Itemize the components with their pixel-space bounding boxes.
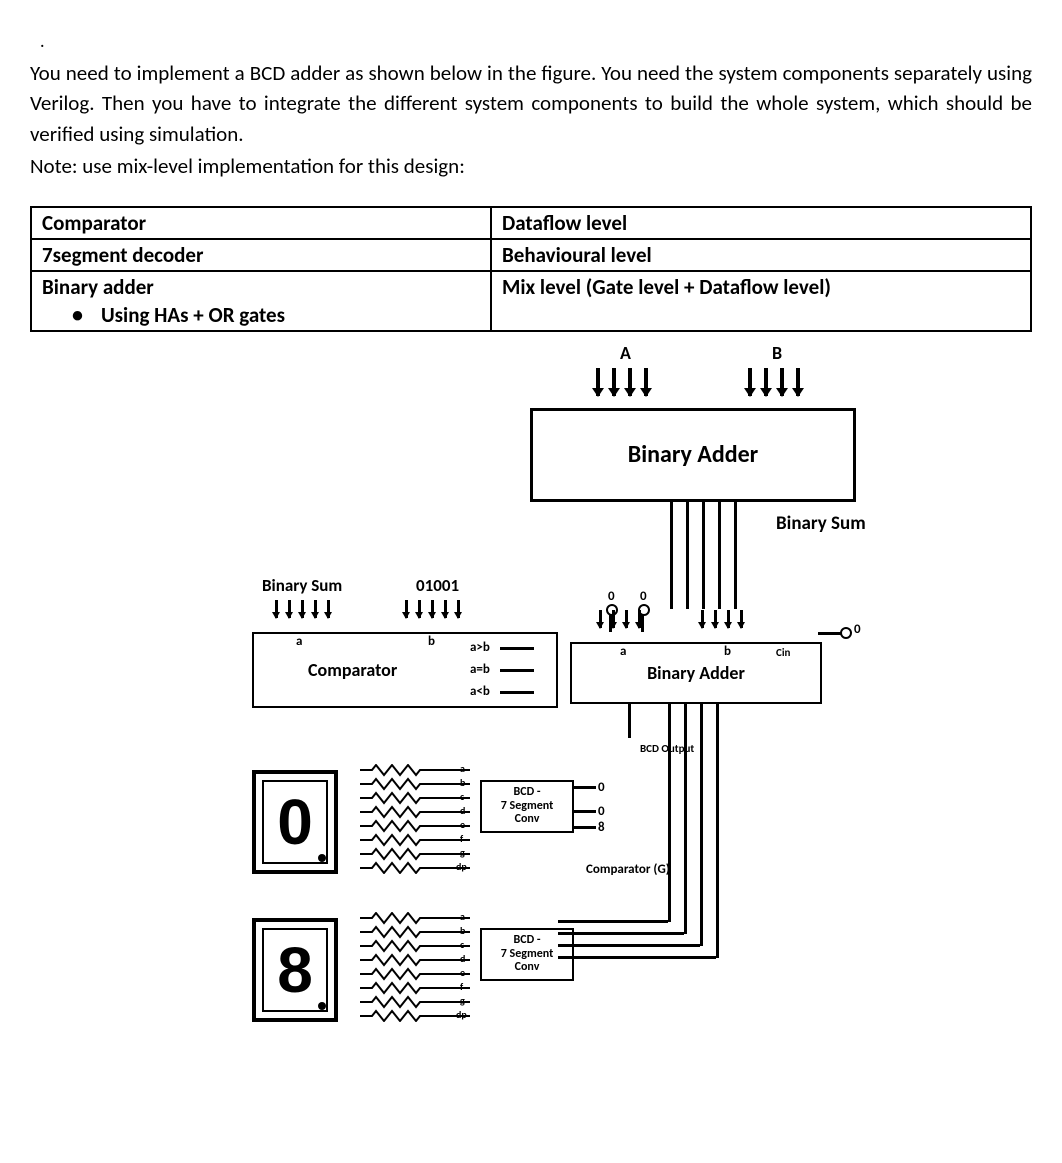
arrows-comp-a-icon: [270, 600, 335, 618]
comp-port-b: b: [428, 634, 435, 649]
resistor-row-1-icon: [360, 764, 470, 880]
pin-c-1: c: [460, 790, 464, 803]
table-row: Binary adder • Using HAs + OR gates Mix …: [31, 271, 1031, 331]
pin-e-2: e: [460, 966, 465, 979]
ba2-zero-right: 0: [854, 622, 861, 637]
note-line: Note: use mix-level implementation for t…: [30, 151, 1032, 181]
pin-d-2: d: [460, 952, 465, 965]
table-row: Comparator Dataflow level: [31, 207, 1031, 239]
pin-d-1: d: [460, 804, 465, 817]
arrows-a-icon: [590, 368, 654, 396]
input-b-label: B: [772, 342, 782, 364]
comparator-title: Comparator: [308, 659, 397, 681]
arrows-b-icon: [742, 368, 806, 396]
bullet-icon: •: [72, 304, 83, 326]
pin-dp-1: dp: [456, 860, 467, 873]
mux-mid: 0: [598, 804, 605, 819]
arrows-ba2-b-icon: [696, 610, 748, 628]
binary-adder-1-box: Binary Adder: [530, 408, 856, 502]
binary-sum-right-label: Binary Sum: [776, 512, 866, 535]
pin-b-1: b: [460, 776, 465, 789]
decimal-point-icon: [318, 854, 326, 862]
input-a-label: A: [620, 342, 631, 364]
pin-f-1: f: [460, 832, 463, 845]
comparator-g-label: Comparator (G): [586, 862, 670, 877]
conv1-label: BCD - 7 Segment Conv: [501, 785, 554, 827]
bcd-output-label: BCD Output: [640, 742, 694, 755]
decimal-point-icon: [318, 1002, 326, 1010]
bcd-7seg-conv-1: BCD - 7 Segment Conv: [480, 780, 574, 833]
comp-port-a: a: [296, 634, 302, 649]
cell-mixlevel: Mix level (Gate level + Dataflow level): [491, 271, 1031, 331]
cell-binary-adder: Binary adder • Using HAs + OR gates: [31, 271, 491, 331]
pin-e-1: e: [460, 818, 465, 831]
binary-adder-sub-label: Using HAs + OR gates: [101, 302, 285, 328]
cell-behavioural: Behavioural level: [491, 239, 1031, 271]
pin-c-2: c: [460, 938, 464, 951]
comp-lt: a<b: [470, 684, 490, 699]
mux-8: 8: [598, 820, 605, 835]
pin-b-2: b: [460, 924, 465, 937]
bcd-7seg-conv-2: BCD - 7 Segment Conv: [480, 928, 574, 981]
seven-seg-display-1: 0: [252, 770, 338, 874]
mux-0: 0: [598, 780, 605, 795]
binary-adder-subitem: • Using HAs + OR gates: [42, 302, 480, 328]
comp-eq: a=b: [470, 662, 490, 677]
ba2-zero1: 0: [608, 589, 615, 604]
pin-a-2: a: [460, 910, 465, 923]
arrows-ba2-a-icon: [594, 610, 646, 628]
requirements-table: Comparator Dataflow level 7segment decod…: [30, 206, 1032, 332]
table-row: 7segment decoder Behavioural level: [31, 239, 1031, 271]
cell-7seg: 7segment decoder: [31, 239, 491, 271]
problem-paragraph: You need to implement a BCD adder as sho…: [30, 58, 1032, 149]
binary-sum-left-label: Binary Sum: [262, 575, 342, 596]
binary-adder-label: Binary adder: [42, 274, 154, 300]
arrows-comp-b-icon: [400, 600, 465, 618]
resistor-row-2-icon: [360, 912, 470, 1028]
pin-dp-2: dp: [456, 1008, 467, 1021]
pin-g-2: g: [460, 994, 465, 1007]
const-01001: 01001: [416, 575, 459, 596]
cell-dataflow: Dataflow level: [491, 207, 1031, 239]
ba2-cin: Cin: [776, 646, 790, 659]
bcd-adder-figure: A B Binary Adder Binary Sum Binary Sum 0…: [30, 342, 1032, 1082]
cell-comparator: Comparator: [31, 207, 491, 239]
pin-g-1: g: [460, 846, 465, 859]
ba2-port-b: b: [724, 644, 731, 659]
leading-dot: .: [40, 30, 1032, 52]
ba2-port-a: a: [620, 644, 626, 659]
conv2-label: BCD - 7 Segment Conv: [501, 933, 554, 975]
pin-f-2: f: [460, 980, 463, 993]
comp-gt: a>b: [470, 640, 490, 655]
seven-seg-display-2: 8: [252, 918, 338, 1022]
pin-a-1: a: [460, 762, 465, 775]
ba2-zero2: 0: [640, 589, 647, 604]
